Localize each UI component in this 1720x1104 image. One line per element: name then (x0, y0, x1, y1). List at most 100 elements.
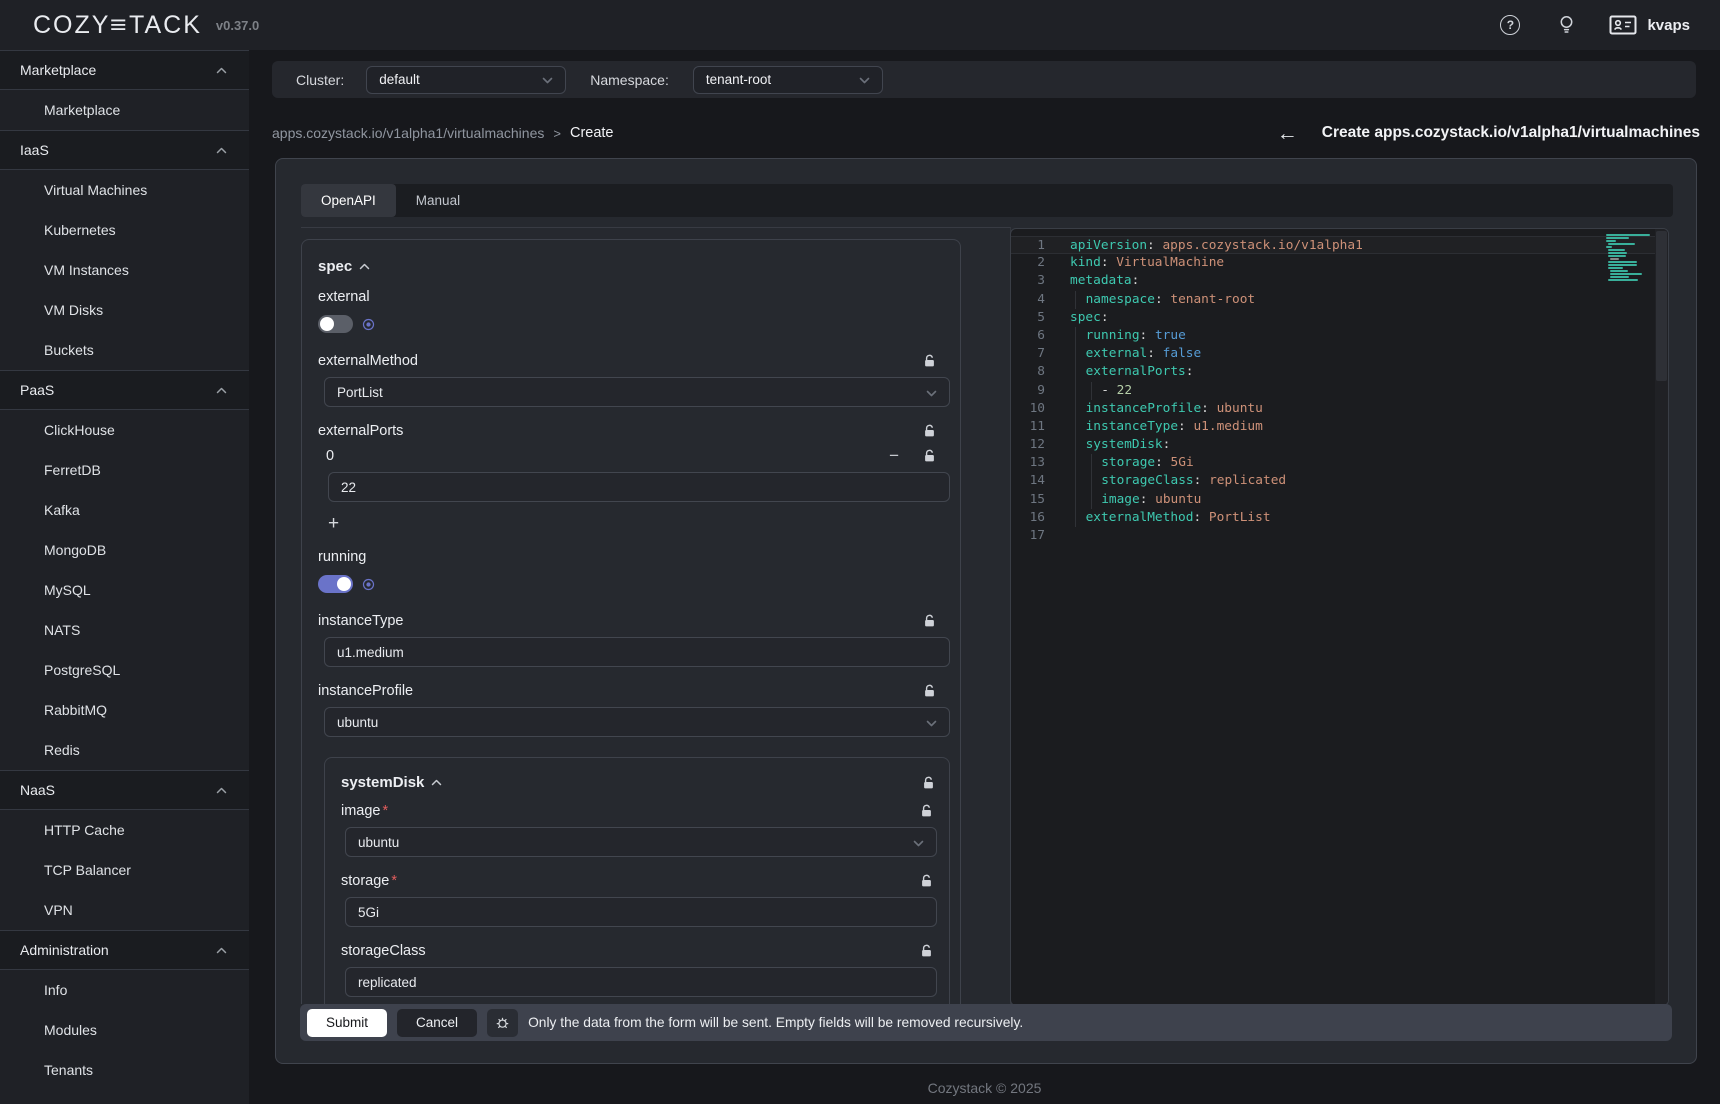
sidebar-section-marketplace[interactable]: Marketplace (0, 50, 249, 90)
namespace-select[interactable]: tenant-root (693, 66, 883, 94)
logo-text-prefix: COZY (33, 11, 110, 40)
username: kvaps (1647, 17, 1690, 34)
sidebar-section-naas[interactable]: NaaS (0, 770, 249, 810)
code-line[interactable]: 9- 22 (1011, 382, 1668, 400)
externalMethod-select[interactable]: PortList (324, 377, 950, 407)
chevron-up-icon (216, 67, 227, 74)
code-line[interactable]: 14storageClass: replicated (1011, 472, 1668, 490)
unlock-icon[interactable] (920, 874, 933, 888)
sidebar: MarketplaceMarketplaceIaaSVirtual Machin… (0, 50, 249, 1104)
code-line[interactable]: 5spec: (1011, 309, 1668, 327)
sidebar-item-clickhouse[interactable]: ClickHouse (0, 410, 249, 450)
instanceType-input[interactable]: u1.medium (324, 637, 950, 667)
code-line[interactable]: 1apiVersion: apps.cozystack.io/v1alpha1 (1011, 236, 1668, 254)
sidebar-item-buckets[interactable]: Buckets (0, 330, 249, 370)
sidebar-section-administration[interactable]: Administration (0, 930, 249, 970)
cancel-button[interactable]: Cancel (397, 1009, 477, 1037)
code-line[interactable]: 2kind: VirtualMachine (1011, 254, 1668, 272)
code-line[interactable]: 11instanceType: u1.medium (1011, 418, 1668, 436)
code-line[interactable]: 7external: false (1011, 345, 1668, 363)
sidebar-item-rabbitmq[interactable]: RabbitMQ (0, 690, 249, 730)
unlock-icon[interactable] (923, 449, 936, 463)
breadcrumb-resource-link[interactable]: apps.cozystack.io/v1alpha1/virtualmachin… (272, 125, 544, 141)
unlock-icon[interactable] (922, 776, 935, 790)
reset-default-icon[interactable] (362, 318, 375, 331)
sidebar-section-iaas[interactable]: IaaS (0, 130, 249, 170)
toggle-knob (337, 577, 351, 591)
sidebar-item-postgresql[interactable]: PostgreSQL (0, 650, 249, 690)
unlock-icon[interactable] (923, 614, 936, 628)
add-item-button[interactable]: + (328, 514, 348, 533)
code-line[interactable]: 8externalPorts: (1011, 363, 1668, 381)
submit-button[interactable]: Submit (307, 1009, 387, 1037)
code-line[interactable]: 6running: true (1011, 327, 1668, 345)
running-toggle[interactable] (318, 575, 353, 593)
sidebar-item-tenants[interactable]: Tenants (0, 1050, 249, 1090)
externalPorts-item-input[interactable]: 22 (328, 472, 950, 502)
unlock-icon[interactable] (923, 684, 936, 698)
code-line[interactable]: 12systemDisk: (1011, 436, 1668, 454)
cozystack-logo[interactable]: COZY≡TACK (33, 11, 202, 40)
code-line[interactable]: 13storage: 5Gi (1011, 454, 1668, 472)
systemDisk-section-toggle[interactable]: systemDisk (341, 774, 442, 791)
instanceProfile-select[interactable]: ubuntu (324, 707, 950, 737)
code-line[interactable]: 3metadata: (1011, 272, 1668, 290)
code-line[interactable]: 4namespace: tenant-root (1011, 291, 1668, 309)
theme-toggle-button[interactable] (1549, 8, 1583, 42)
unlock-icon[interactable] (923, 424, 936, 438)
form-column: spec external externalMethod PortList (301, 227, 1011, 1004)
tab-openapi[interactable]: OpenAPI (301, 184, 396, 217)
user-menu[interactable]: kvaps (1609, 15, 1690, 35)
sidebar-item-virtual-machines[interactable]: Virtual Machines (0, 170, 249, 210)
sidebar-item-redis[interactable]: Redis (0, 730, 249, 770)
chevron-down-icon (859, 72, 870, 87)
editor-minimap (1606, 234, 1652, 285)
sidebar-item-vm-instances[interactable]: VM Instances (0, 250, 249, 290)
code-line[interactable]: 15image: ubuntu (1011, 491, 1668, 509)
code-line[interactable]: 17 (1011, 527, 1668, 545)
externalMethod-field-label: externalMethod (318, 353, 418, 369)
storage-input[interactable]: 5Gi (345, 897, 937, 927)
sidebar-item-mongodb[interactable]: MongoDB (0, 530, 249, 570)
yaml-editor[interactable]: 1apiVersion: apps.cozystack.io/v1alpha12… (1010, 228, 1669, 1006)
unlock-icon[interactable] (920, 944, 933, 958)
sidebar-item-kubernetes[interactable]: Kubernetes (0, 210, 249, 250)
sidebar-item-vpn[interactable]: VPN (0, 890, 249, 930)
remove-item-button[interactable]: − (889, 447, 899, 464)
sidebar-item-modules[interactable]: Modules (0, 1010, 249, 1050)
storageClass-input[interactable]: replicated (345, 967, 937, 997)
unlock-icon[interactable] (920, 804, 933, 818)
code-line[interactable]: 10instanceProfile: ubuntu (1011, 400, 1668, 418)
chevron-down-icon (926, 715, 937, 730)
sidebar-item-info[interactable]: Info (0, 970, 249, 1010)
line-number: 14 (1011, 472, 1045, 490)
sidebar-item-tcp-balancer[interactable]: TCP Balancer (0, 850, 249, 890)
sidebar-item-ferretdb[interactable]: FerretDB (0, 450, 249, 490)
namespace-value: tenant-root (706, 72, 771, 87)
reset-default-icon[interactable] (362, 578, 375, 591)
image-select[interactable]: ubuntu (345, 827, 937, 857)
sidebar-item-http-cache[interactable]: HTTP Cache (0, 810, 249, 850)
external-toggle[interactable] (318, 315, 353, 333)
code-line[interactable]: 16externalMethod: PortList (1011, 509, 1668, 527)
spec-section-toggle[interactable]: spec (318, 258, 950, 275)
sidebar-item-mysql[interactable]: MySQL (0, 570, 249, 610)
debug-button[interactable] (487, 1009, 518, 1037)
instanceProfile-value: ubuntu (337, 715, 378, 730)
cluster-label: Cluster: (296, 72, 344, 88)
sidebar-section-label: NaaS (20, 782, 55, 798)
unlock-icon[interactable] (923, 354, 936, 368)
editor-scrollbar-thumb[interactable] (1656, 231, 1667, 381)
sidebar-item-marketplace[interactable]: Marketplace (0, 90, 249, 130)
help-button[interactable]: ? (1493, 8, 1527, 42)
required-mark: * (383, 803, 389, 819)
image-field-label: image (341, 803, 381, 819)
tab-manual[interactable]: Manual (396, 184, 480, 217)
sidebar-item-vm-disks[interactable]: VM Disks (0, 290, 249, 330)
back-arrow-icon[interactable]: ← (1277, 123, 1298, 144)
bug-icon (495, 1015, 510, 1030)
sidebar-section-paas[interactable]: PaaS (0, 370, 249, 410)
sidebar-item-kafka[interactable]: Kafka (0, 490, 249, 530)
sidebar-item-nats[interactable]: NATS (0, 610, 249, 650)
cluster-select[interactable]: default (366, 66, 566, 94)
